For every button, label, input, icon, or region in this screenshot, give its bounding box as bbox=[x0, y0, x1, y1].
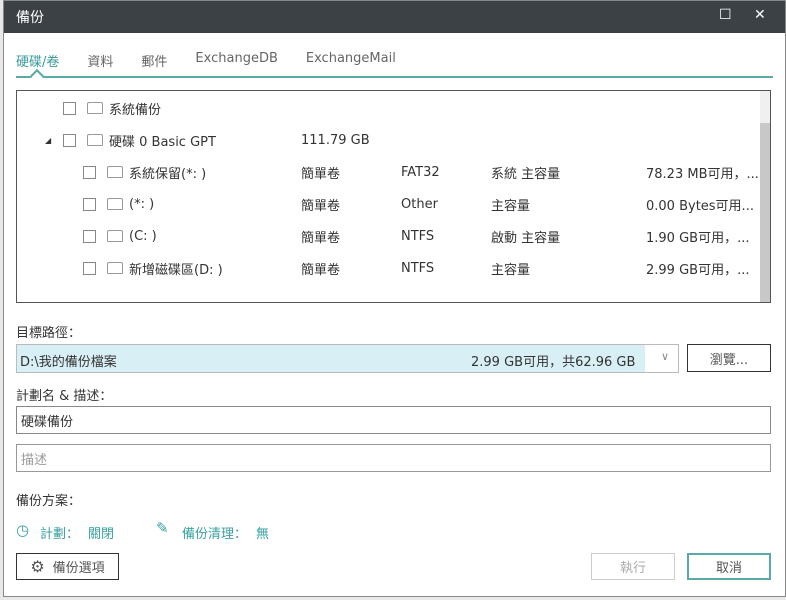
target-path-value: D:\我的備份檔案 bbox=[20, 355, 117, 370]
partition-type: 簡單卷 bbox=[301, 262, 341, 278]
partition-role: 主容量 bbox=[491, 262, 531, 278]
backup-dialog: 備份 ☐ ✕ 硬碟/卷 資料 郵件 ExchangeDB ExchangeMai… bbox=[3, 0, 786, 597]
disk-icon bbox=[107, 262, 123, 274]
partition-type: 簡單卷 bbox=[301, 166, 341, 182]
disk-icon bbox=[87, 102, 103, 114]
window-title: 備份 bbox=[16, 10, 44, 26]
backup-options-button[interactable]: ⚙ 備份選項 bbox=[16, 553, 119, 580]
browse-button[interactable]: 瀏覽... bbox=[687, 344, 771, 372]
disk-icon bbox=[107, 166, 123, 178]
partition-row[interactable]: (C: ) 簡單卷 NTFS 啟動 主容量 1.90 GB可用，... bbox=[17, 226, 758, 246]
tab-exchangemail[interactable]: ExchangeMail bbox=[306, 51, 396, 70]
target-path-select[interactable]: D:\我的備份檔案 2.99 GB可用，共62.96 GB ∨ bbox=[16, 344, 679, 373]
scheme-label: 備份方案： bbox=[16, 494, 82, 509]
maximize-icon[interactable]: ☐ bbox=[719, 7, 732, 23]
tree-row-system-backup[interactable]: 系統備份 bbox=[17, 98, 758, 118]
disk-tree: 系統備份 ◢ 硬碟 0 Basic GPT 111.79 GB 系統保留(*: … bbox=[16, 90, 771, 303]
broom-icon: ✎ bbox=[156, 519, 169, 537]
partition-space: 1.90 GB可用，... bbox=[646, 230, 750, 246]
partition-name: 新增磁碟區(D: ) bbox=[129, 262, 223, 278]
checkbox[interactable] bbox=[83, 165, 96, 179]
partition-name: 系統保留(*: ) bbox=[129, 166, 207, 182]
partition-role: 啟動 主容量 bbox=[491, 230, 561, 246]
schedule-label[interactable]: 計劃： bbox=[40, 523, 79, 542]
partition-name: (*: ) bbox=[129, 196, 155, 212]
partition-role: 系統 主容量 bbox=[491, 166, 561, 182]
scrollbar-thumb[interactable] bbox=[760, 123, 770, 302]
tab-data[interactable]: 資料 bbox=[87, 51, 113, 70]
partition-fs: FAT32 bbox=[401, 164, 440, 180]
partition-space: 2.99 GB可用，... bbox=[646, 262, 750, 278]
expand-arrow-icon[interactable]: ◢ bbox=[45, 136, 51, 145]
checkbox[interactable] bbox=[63, 101, 76, 115]
tab-disk-volume[interactable]: 硬碟/卷 bbox=[16, 51, 59, 70]
disk-icon bbox=[87, 134, 103, 146]
row-label: 硬碟 0 Basic GPT bbox=[109, 134, 216, 150]
partition-fs: NTFS bbox=[401, 228, 435, 244]
partition-type: 簡單卷 bbox=[301, 230, 341, 246]
partition-space: 0.00 Bytes可用... bbox=[646, 198, 754, 214]
title-bar: 備份 bbox=[4, 1, 785, 33]
tab-bar: 硬碟/卷 資料 郵件 ExchangeDB ExchangeMail bbox=[16, 51, 424, 70]
disk-icon bbox=[107, 198, 123, 210]
gear-icon: ⚙ bbox=[30, 557, 45, 576]
partition-name: (C: ) bbox=[129, 228, 157, 244]
backup-options-label: 備份選項 bbox=[52, 561, 105, 576]
tab-mail[interactable]: 郵件 bbox=[141, 51, 167, 70]
partition-space: 78.23 MB可用，... bbox=[646, 166, 759, 182]
partition-role: 主容量 bbox=[491, 198, 531, 214]
partition-type: 簡單卷 bbox=[301, 198, 341, 214]
active-tab-caret bbox=[29, 68, 45, 84]
partition-row[interactable]: (*: ) 簡單卷 Other 主容量 0.00 Bytes可用... bbox=[17, 194, 758, 214]
description-input[interactable]: 描述 bbox=[16, 444, 771, 472]
clock-icon: ◷ bbox=[16, 521, 30, 539]
tree-row-disk0[interactable]: ◢ 硬碟 0 Basic GPT 111.79 GB bbox=[17, 130, 758, 150]
plan-label: 計劃名 & 描述： bbox=[16, 389, 113, 404]
schedule-value[interactable]: 關閉 bbox=[88, 523, 114, 542]
partition-fs: NTFS bbox=[401, 260, 435, 276]
target-path-label: 目標路徑： bbox=[16, 326, 82, 341]
tab-exchangedb[interactable]: ExchangeDB bbox=[195, 51, 277, 70]
tree-scrollbar[interactable] bbox=[760, 91, 770, 302]
checkbox[interactable] bbox=[83, 197, 96, 211]
partition-row[interactable]: 系統保留(*: ) 簡單卷 FAT32 系統 主容量 78.23 MB可用，..… bbox=[17, 162, 759, 182]
cancel-button[interactable]: 取消 bbox=[687, 553, 771, 580]
disk-size: 111.79 GB bbox=[301, 132, 370, 148]
partition-row[interactable]: 新增磁碟區(D: ) 簡單卷 NTFS 主容量 2.99 GB可用，... bbox=[17, 258, 758, 278]
checkbox[interactable] bbox=[83, 261, 96, 275]
plan-name-input[interactable]: 硬碟備份 bbox=[16, 406, 771, 434]
chevron-down-icon[interactable]: ∨ bbox=[661, 350, 669, 363]
row-label: 系統備份 bbox=[109, 102, 162, 118]
cleanup-value[interactable]: 無 bbox=[256, 523, 269, 542]
run-button[interactable]: 執行 bbox=[591, 553, 675, 580]
checkbox[interactable] bbox=[83, 229, 96, 243]
checkbox[interactable] bbox=[63, 133, 76, 147]
tab-underline bbox=[16, 76, 773, 78]
partition-fs: Other bbox=[401, 196, 438, 212]
disk-icon bbox=[107, 230, 123, 242]
close-icon[interactable]: ✕ bbox=[754, 7, 766, 23]
cleanup-label[interactable]: 備份清理： bbox=[182, 523, 247, 542]
target-space: 2.99 GB可用，共62.96 GB bbox=[471, 355, 636, 370]
